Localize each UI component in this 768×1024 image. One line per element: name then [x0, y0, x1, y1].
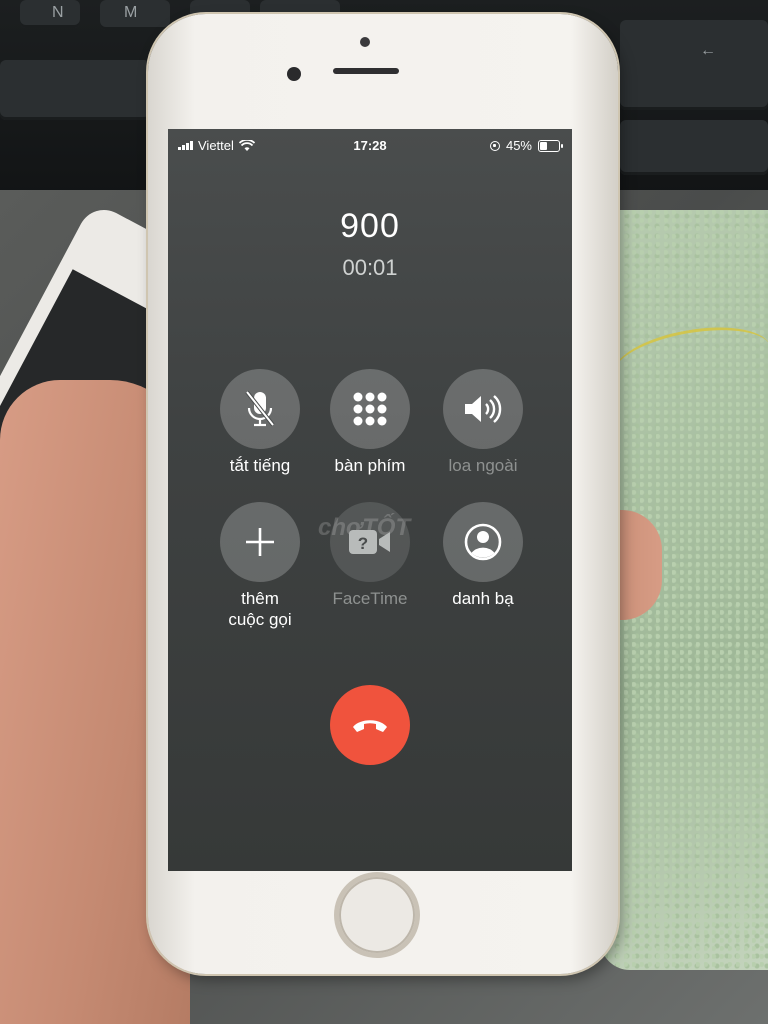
add-call-label-line1: thêm: [241, 589, 279, 608]
keypad-label: bàn phím: [334, 456, 406, 475]
contacts-label: danh bạ: [452, 589, 514, 608]
mute-button[interactable]: tắt tiếng: [205, 369, 315, 476]
earpiece: [333, 68, 399, 74]
battery-percent: 45%: [505, 138, 532, 153]
rotation-lock-icon: [489, 140, 500, 151]
contacts-button[interactable]: danh bạ: [428, 502, 538, 609]
mute-circle: [220, 369, 300, 449]
key: M: [100, 0, 170, 30]
contacts-icon: [464, 523, 502, 561]
front-camera: [287, 67, 301, 81]
facetime-button[interactable]: ? FaceTime: [315, 502, 425, 609]
contacts-circle: [443, 502, 523, 582]
key: [620, 120, 768, 175]
end-call-icon: [353, 720, 387, 732]
svg-text:?: ?: [358, 534, 368, 553]
keypad-button[interactable]: bàn phím: [315, 369, 425, 476]
call-number: 900: [340, 207, 400, 245]
keypad-circle: [330, 369, 410, 449]
status-bar: Viettel 17:28 45%: [168, 129, 572, 163]
plus-icon: [246, 528, 274, 556]
call-duration: 00:01: [342, 255, 398, 280]
keypad-icon: [353, 392, 387, 426]
key: [0, 60, 150, 120]
key: N: [20, 0, 80, 28]
key: ←: [620, 20, 768, 110]
speaker-label: loa ngoài: [448, 456, 518, 475]
speaker-button[interactable]: loa ngoài: [428, 369, 538, 476]
phone-device: Viettel 17:28 45% 900 00:01 chợTỐT tắt t…: [148, 14, 618, 974]
speaker-icon: [465, 395, 502, 423]
mute-mic-icon: [245, 390, 275, 427]
add-call-label-line2: cuộc gọi: [228, 610, 292, 629]
facetime-icon: ?: [349, 530, 390, 554]
call-screen: Viettel 17:28 45% 900 00:01 chợTỐT tắt t…: [168, 129, 572, 871]
mute-label: tắt tiếng: [229, 456, 291, 475]
add-call-circle: [220, 502, 300, 582]
facetime-label: FaceTime: [332, 589, 408, 608]
proximity-sensor: [360, 37, 370, 47]
facetime-circle: ?: [330, 502, 410, 582]
speaker-circle: [443, 369, 523, 449]
add-call-button[interactable]: thêm cuộc gọi: [205, 502, 315, 630]
battery-icon: [538, 139, 563, 152]
end-call-button[interactable]: [330, 685, 410, 765]
home-button[interactable]: [339, 877, 415, 953]
